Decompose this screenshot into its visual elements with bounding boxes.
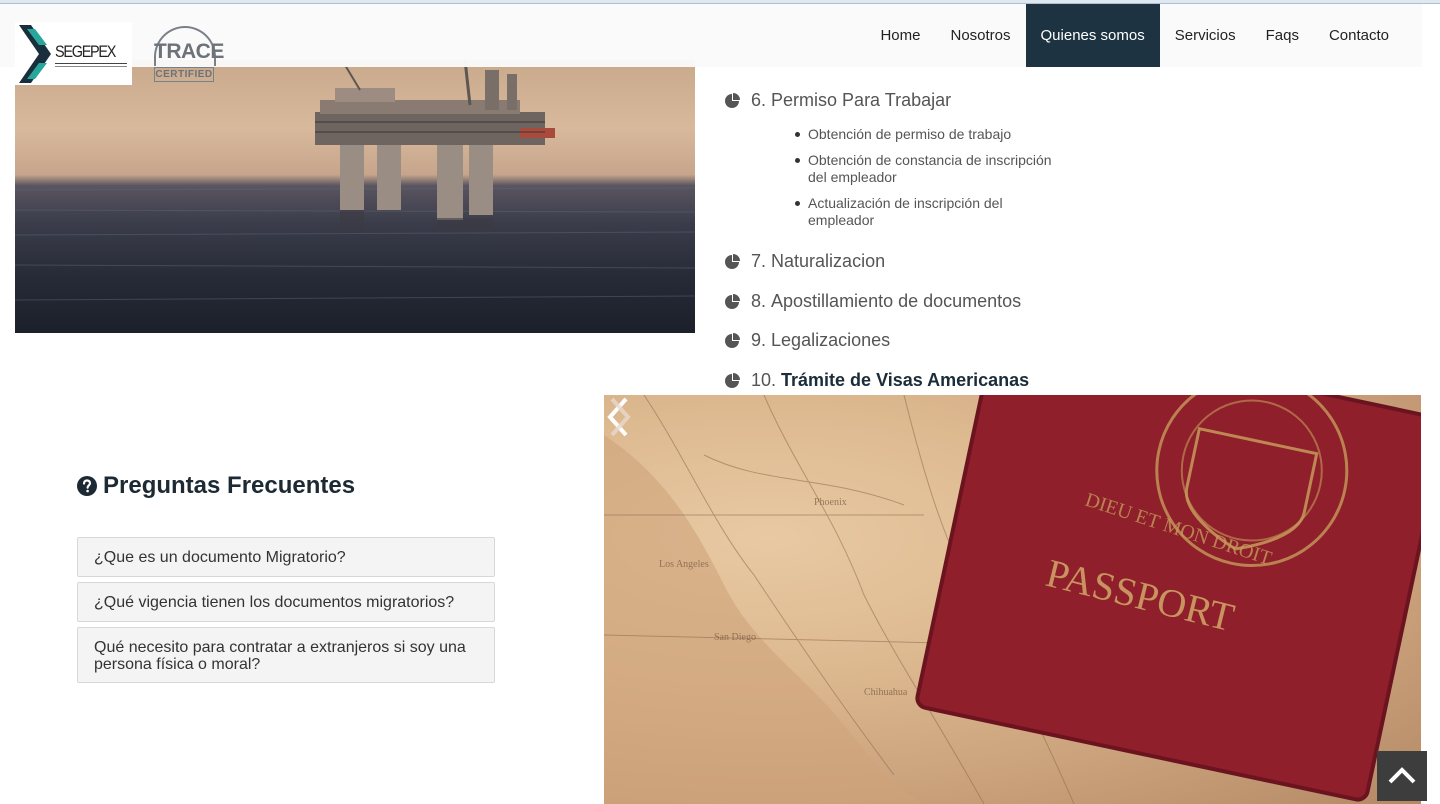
segepex-logo[interactable]: SEGEPEX — [15, 22, 132, 85]
faq-heading: Preguntas Frecuentes — [77, 472, 355, 500]
sub-service-item: Obtención de permiso de trabajo — [795, 126, 1078, 143]
service-item: 6. Permiso Para Trabajar — [724, 90, 951, 111]
sub-service-item: Actualización de inscripción del emplead… — [795, 195, 1038, 229]
nav-home[interactable]: Home — [865, 4, 935, 67]
pie-chart-icon — [725, 372, 740, 388]
faq-question[interactable]: ¿Que es un documento Migratorio? — [77, 537, 495, 577]
service-label: Naturalizacion — [771, 251, 886, 271]
nav-contacto[interactable]: Contacto — [1314, 4, 1404, 67]
service-label: Permiso Para Trabajar — [771, 90, 952, 110]
faq-title-text: Preguntas Frecuentes — [103, 472, 356, 499]
sub-service-item: Obtención de constancia de inscripción d… — [795, 152, 1068, 186]
faq-question[interactable]: Qué necesito para contratar a extranjero… — [77, 627, 495, 683]
service-number: 10. — [751, 370, 777, 390]
passport-slider-image: Los Angeles San Diego Phoenix Chihuahua PA… — [604, 395, 1421, 804]
svg-text:Chihuahua: Chihuahua — [864, 687, 908, 698]
pie-chart-icon — [725, 293, 740, 309]
pie-chart-icon — [725, 253, 740, 269]
nav-servicios[interactable]: Servicios — [1160, 4, 1251, 67]
trace-certified-logo: TRACE CERTIFIED — [152, 26, 224, 83]
nav-nosotros[interactable]: Nosotros — [935, 4, 1025, 67]
service-label: Trámite de Visas Americanas — [781, 370, 1030, 390]
faq-question[interactable]: ¿Qué vigencia tienen los documentos migr… — [77, 582, 495, 622]
service-number: 9. — [751, 330, 767, 350]
svg-text:San Diego: San Diego — [714, 632, 756, 643]
main-nav: Home Nosotros Quienes somos Servicios Fa… — [865, 4, 1404, 67]
pie-chart-icon — [725, 332, 740, 348]
service-number: 7. — [751, 251, 767, 271]
chevron-up-icon — [1388, 767, 1416, 784]
logo-rule — [55, 63, 127, 64]
svg-text:Los Angeles: Los Angeles — [659, 559, 709, 570]
service-label: Apostillamiento de documentos — [771, 291, 1022, 311]
service-item-active[interactable]: 10. Trámite de Visas Americanas — [724, 370, 1029, 391]
service-label: Legalizaciones — [771, 330, 891, 350]
nav-quienes-somos[interactable]: Quienes somos — [1025, 4, 1160, 67]
back-to-top-button[interactable] — [1377, 751, 1427, 801]
segepex-mark-icon — [19, 25, 51, 83]
service-item: 9. Legalizaciones — [724, 330, 890, 351]
nav-faqs[interactable]: Faqs — [1251, 4, 1314, 67]
logo-rule — [55, 66, 127, 67]
offshore-platform-image — [15, 60, 695, 333]
segepex-logo-text: SEGEPEX — [55, 42, 116, 61]
trace-logo-text: TRACE — [154, 40, 224, 63]
service-number: 6. — [751, 90, 767, 110]
question-circle-icon — [77, 476, 97, 496]
service-number: 8. — [751, 291, 767, 311]
svg-text:Phoenix: Phoenix — [814, 497, 847, 508]
service-item: 8. Apostillamiento de documentos — [724, 291, 1021, 312]
chevron-right-icon[interactable] — [604, 395, 634, 439]
trace-certified-text: CERTIFIED — [154, 67, 214, 82]
pie-chart-icon — [725, 92, 740, 108]
service-item: 7. Naturalizacion — [724, 251, 885, 272]
